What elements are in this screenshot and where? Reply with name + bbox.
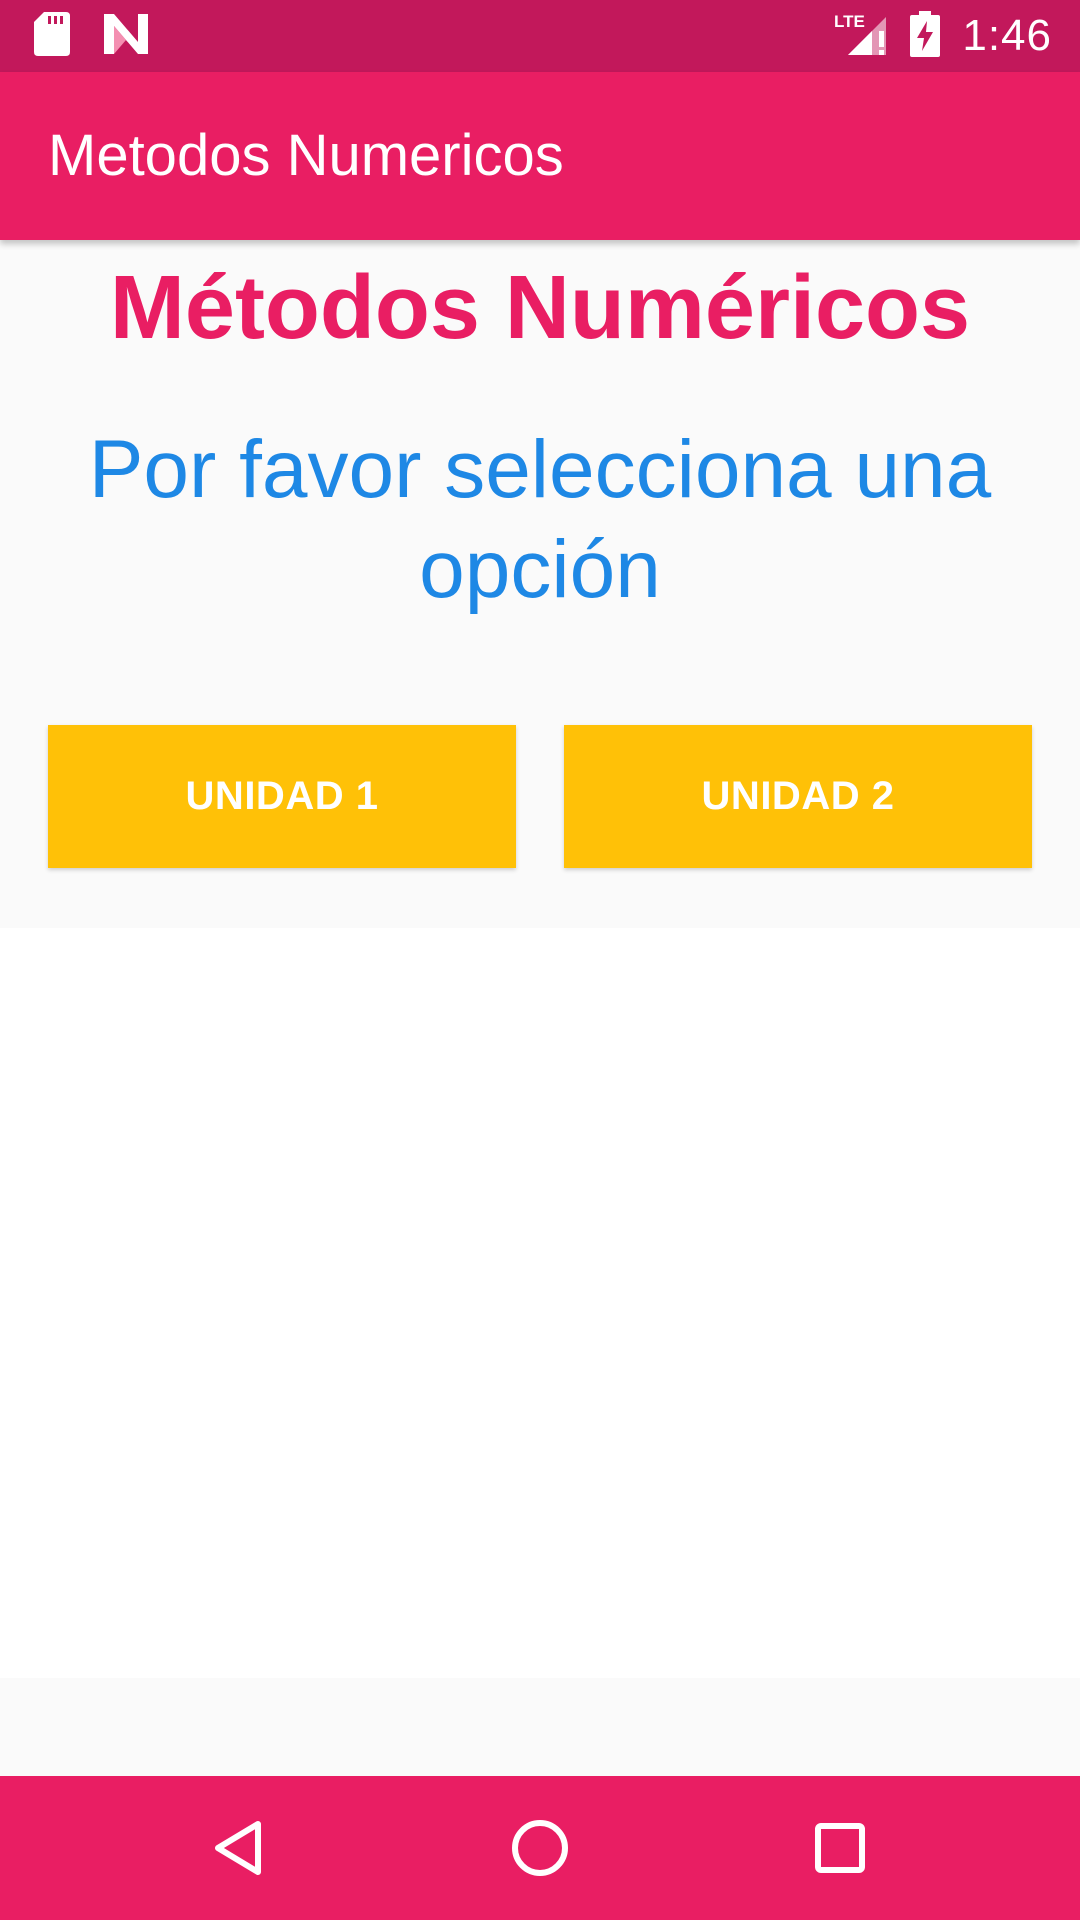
main-content: Métodos Numéricos Por favor selecciona u… [0, 240, 1080, 928]
status-time: 1:46 [962, 11, 1052, 60]
recent-apps-icon [815, 1823, 865, 1873]
app-bar: Metodos Numericos [0, 72, 1080, 240]
signal-icon: LTE [834, 11, 896, 62]
status-right-icons: LTE 1:46 [834, 0, 1052, 72]
network-type-label: LTE [834, 12, 865, 31]
navigation-bar [0, 1776, 1080, 1920]
page-heading: Métodos Numéricos [109, 258, 971, 358]
sd-card-icon [34, 11, 70, 61]
empty-content-area [0, 928, 1080, 1678]
unidad-2-button[interactable]: UNIDAD 2 [564, 725, 1032, 868]
unidad-1-button[interactable]: UNIDAD 1 [48, 725, 516, 868]
app-title: Metodos Numericos [48, 123, 564, 188]
battery-charging-icon [910, 10, 941, 62]
recent-apps-button[interactable] [780, 1776, 900, 1920]
home-button[interactable] [480, 1776, 600, 1920]
back-icon [215, 1821, 261, 1875]
selection-prompt: Por favor selecciona una opción [88, 424, 992, 615]
status-bar: LTE 1:46 [0, 0, 1080, 72]
n-logo-icon [104, 13, 148, 59]
status-left-icons [34, 0, 148, 72]
back-button[interactable] [180, 1776, 300, 1920]
home-icon [512, 1820, 568, 1876]
bottom-spacer [0, 1678, 1080, 1776]
